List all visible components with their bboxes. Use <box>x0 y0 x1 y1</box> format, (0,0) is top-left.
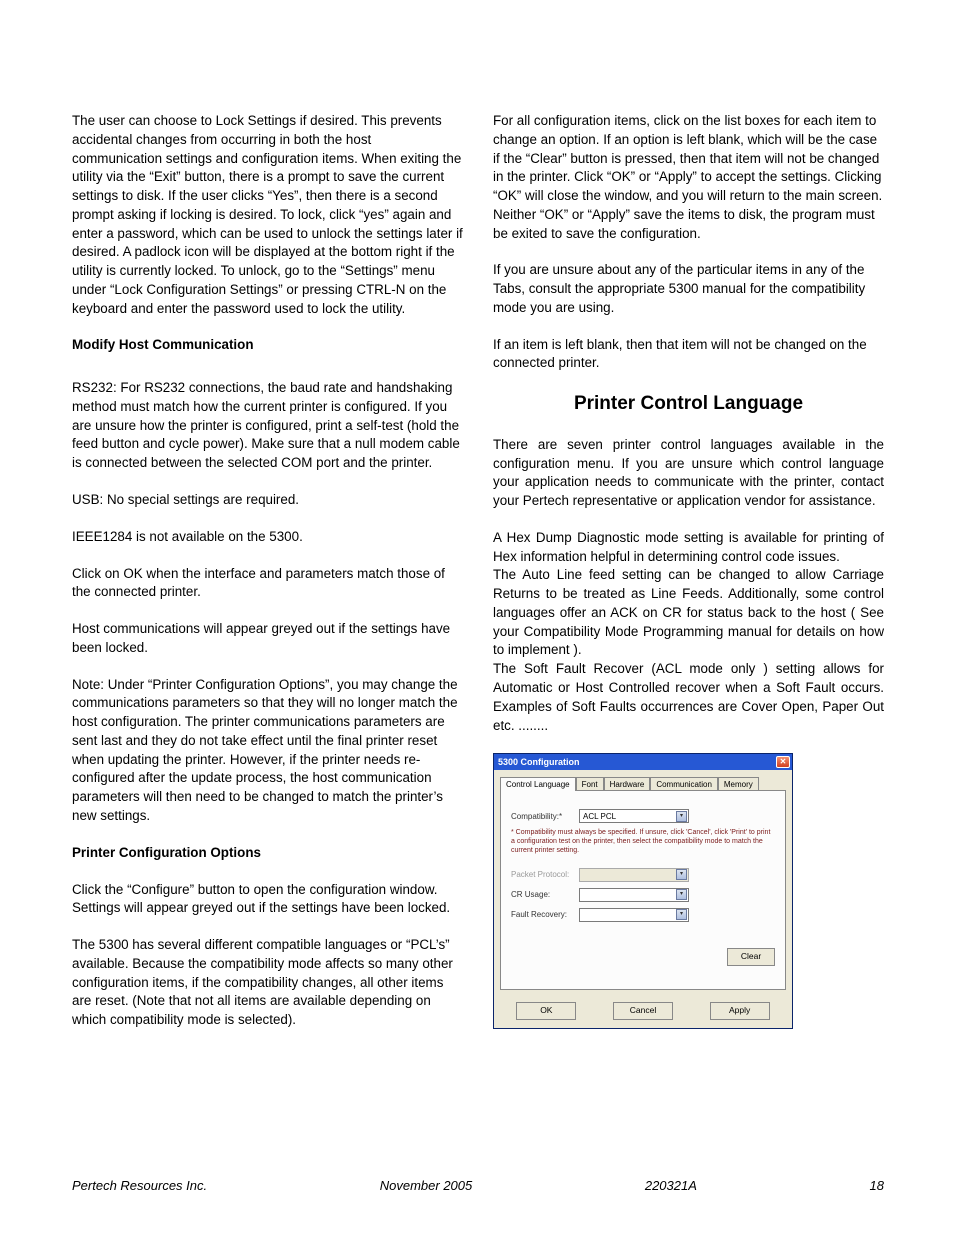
packet-protocol-select: ▾ <box>579 868 689 882</box>
footer-page: 18 <box>870 1178 884 1193</box>
paragraph: The user can choose to Lock Settings if … <box>72 112 463 318</box>
page-footer: Pertech Resources Inc. November 2005 220… <box>72 1178 884 1193</box>
fault-recovery-select[interactable]: ▾ <box>579 908 689 922</box>
cancel-button[interactable]: Cancel <box>613 1002 673 1020</box>
cr-usage-select[interactable]: ▾ <box>579 888 689 902</box>
paragraph: Click the “Configure” button to open the… <box>72 881 463 919</box>
tab-panel: Compatibility:* ACL PCL ▾ * Compatibilit… <box>500 790 786 990</box>
paragraph: RS232: For RS232 connections, the baud r… <box>72 379 463 473</box>
compatibility-select[interactable]: ACL PCL ▾ <box>579 809 689 823</box>
chevron-down-icon[interactable]: ▾ <box>676 811 687 822</box>
heading-printer-config: Printer Configuration Options <box>72 844 463 863</box>
fault-recovery-label: Fault Recovery: <box>511 909 579 920</box>
packet-protocol-label: Packet Protocol: <box>511 869 579 880</box>
tab-control-language[interactable]: Control Language <box>500 777 576 791</box>
right-column: For all configuration items, click on th… <box>493 112 884 1030</box>
compatibility-value: ACL PCL <box>583 811 616 822</box>
tab-bar: Control Language Font Hardware Communica… <box>500 776 786 790</box>
apply-button[interactable]: Apply <box>710 1002 770 1020</box>
paragraph: The Soft Fault Recover (ACL mode only ) … <box>493 660 884 735</box>
compatibility-hint: * Compatibility must always be specified… <box>511 829 775 855</box>
chevron-down-icon[interactable]: ▾ <box>676 889 687 900</box>
tab-font[interactable]: Font <box>576 777 604 791</box>
footer-docnum: 220321A <box>645 1178 697 1193</box>
clear-button[interactable]: Clear <box>727 948 775 966</box>
paragraph: For all configuration items, click on th… <box>493 112 884 243</box>
ok-button[interactable]: OK <box>516 1002 576 1020</box>
dialog-titlebar[interactable]: 5300 Configuration ✕ <box>494 754 792 770</box>
section-title: Printer Control Language <box>493 391 884 418</box>
cr-usage-label: CR Usage: <box>511 889 579 900</box>
left-column: The user can choose to Lock Settings if … <box>72 112 463 1030</box>
heading-modify-host: Modify Host Communication <box>72 336 463 355</box>
chevron-down-icon[interactable]: ▾ <box>676 909 687 920</box>
paragraph: There are seven printer control language… <box>493 436 884 511</box>
config-dialog: 5300 Configuration ✕ Control Language Fo… <box>493 753 793 1029</box>
tab-hardware[interactable]: Hardware <box>604 777 651 791</box>
dialog-title: 5300 Configuration <box>498 756 580 769</box>
close-icon[interactable]: ✕ <box>776 756 790 768</box>
paragraph: The Auto Line feed setting can be change… <box>493 566 884 660</box>
chevron-down-icon: ▾ <box>676 869 687 880</box>
paragraph: A Hex Dump Diagnostic mode setting is av… <box>493 529 884 567</box>
paragraph: USB: No special settings are required. <box>72 491 463 510</box>
paragraph: Click on OK when the interface and param… <box>72 565 463 603</box>
paragraph: Note: Under “Printer Configuration Optio… <box>72 676 463 826</box>
tab-memory[interactable]: Memory <box>718 777 759 791</box>
footer-company: Pertech Resources Inc. <box>72 1178 207 1193</box>
tab-communication[interactable]: Communication <box>650 777 718 791</box>
compatibility-label: Compatibility:* <box>511 811 579 822</box>
dialog-actions: OK Cancel Apply <box>494 996 792 1028</box>
paragraph: If an item is left blank, then that item… <box>493 336 884 374</box>
paragraph: If you are unsure about any of the parti… <box>493 261 884 317</box>
paragraph: The 5300 has several different compatibl… <box>72 936 463 1030</box>
paragraph: Host communications will appear greyed o… <box>72 620 463 658</box>
paragraph: IEEE1284 is not available on the 5300. <box>72 528 463 547</box>
footer-date: November 2005 <box>380 1178 473 1193</box>
